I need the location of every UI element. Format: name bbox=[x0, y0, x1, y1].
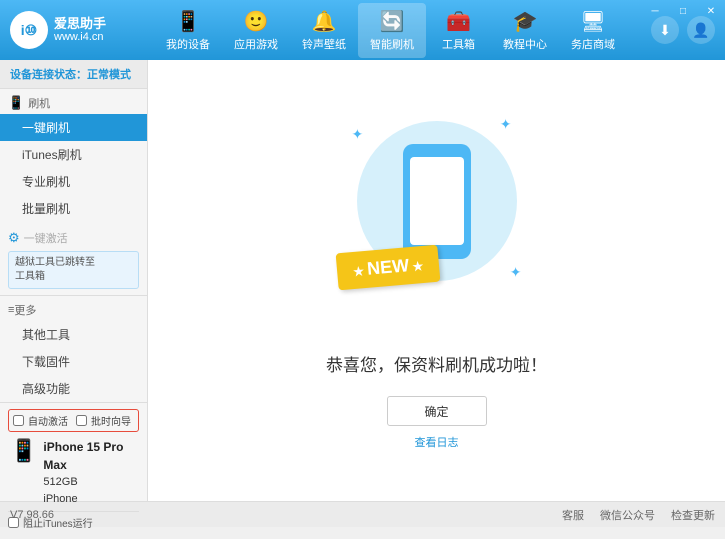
one-click-activate-header: ⚙ 一键激活 bbox=[0, 224, 147, 249]
nav-smart-flash-label: 智能刷机 bbox=[370, 36, 414, 52]
sidebar-item-advanced[interactable]: 高级功能 bbox=[0, 375, 147, 402]
phone-illustration: ✦ ✦ ✦ NEW bbox=[347, 111, 527, 331]
status-value: 正常模式 bbox=[87, 69, 131, 81]
nav-my-device[interactable]: 📱 我的设备 bbox=[154, 3, 222, 58]
nav-ringtones[interactable]: 🔔 铃声壁纸 bbox=[290, 3, 358, 58]
my-device-icon: 📱 bbox=[176, 9, 201, 34]
footer-link-service[interactable]: 客服 bbox=[562, 507, 584, 523]
phone-screen bbox=[410, 157, 464, 245]
nav-smart-flash[interactable]: 🔄 智能刷机 bbox=[358, 3, 426, 58]
status-label: 设备连接状态： bbox=[10, 69, 87, 81]
connection-status: 设备连接状态：正常模式 bbox=[0, 60, 147, 89]
device-info: 📱 iPhone 15 Pro Max 512GB iPhone bbox=[8, 438, 139, 507]
nav-toolbox-label: 工具箱 bbox=[442, 36, 475, 52]
sidebar-item-download-firmware[interactable]: 下载固件 bbox=[0, 348, 147, 375]
header: i⑩ 爱思助手 www.i4.cn 📱 我的设备 🙂 应用游戏 🔔 铃声壁纸 🔄… bbox=[0, 0, 725, 60]
auto-activate-label: 自动激活 bbox=[28, 413, 68, 428]
nav-bar: 📱 我的设备 🙂 应用游戏 🔔 铃声壁纸 🔄 智能刷机 🧰 工具箱 🎓 教程中心… bbox=[130, 3, 651, 58]
phone-notch bbox=[427, 152, 447, 157]
sidebar: 设备连接状态：正常模式 📱 刷机 一键刷机 iTunes刷机 专业刷机 批量刷机… bbox=[0, 60, 148, 501]
device-type: iPhone bbox=[43, 491, 139, 508]
nav-tutorials-label: 教程中心 bbox=[503, 36, 547, 52]
close-button[interactable]: ✕ bbox=[697, 0, 725, 22]
app-body: 设备连接状态：正常模式 📱 刷机 一键刷机 iTunes刷机 专业刷机 批量刷机… bbox=[0, 60, 725, 501]
footer-link-wechat[interactable]: 微信公众号 bbox=[600, 507, 655, 523]
logo-area: i⑩ 爱思助手 www.i4.cn bbox=[10, 11, 130, 49]
device-name: iPhone 15 Pro Max bbox=[43, 438, 139, 474]
sidebar-item-pro-flash[interactable]: 专业刷机 bbox=[0, 168, 147, 195]
one-click-activate-label: 一键激活 bbox=[24, 230, 68, 246]
footer-links: 客服 微信公众号 检查更新 bbox=[562, 507, 715, 523]
nav-service[interactable]: 🖥 务店商域 bbox=[559, 3, 627, 58]
phone-body bbox=[403, 144, 471, 259]
footer-link-update[interactable]: 检查更新 bbox=[671, 507, 715, 523]
app-title: 爱思助手 bbox=[54, 16, 106, 32]
auto-activate-checkbox[interactable] bbox=[13, 415, 24, 426]
sidebar-item-itunes-flash[interactable]: iTunes刷机 bbox=[0, 141, 147, 168]
nav-apps-games[interactable]: 🙂 应用游戏 bbox=[222, 3, 290, 58]
confirm-button[interactable]: 确定 bbox=[387, 396, 487, 426]
flash-section-header: 📱 刷机 bbox=[0, 89, 147, 114]
warning-box: 越狱工具已跳转至工具箱 bbox=[8, 251, 139, 289]
sidebar-item-one-click-flash[interactable]: 一键刷机 bbox=[0, 114, 147, 141]
sidebar-item-other-tools[interactable]: 其他工具 bbox=[0, 321, 147, 348]
warning-text: 越狱工具已跳转至工具箱 bbox=[15, 257, 95, 282]
toolbox-icon: 🧰 bbox=[446, 9, 471, 34]
ringtones-icon: 🔔 bbox=[312, 9, 337, 34]
maximize-button[interactable]: □ bbox=[669, 0, 697, 22]
app-subtitle: www.i4.cn bbox=[54, 31, 106, 44]
service-icon: 🖥 bbox=[580, 9, 605, 34]
device-icon: 📱 bbox=[10, 438, 37, 464]
more-section-header: ≡ 更多 bbox=[0, 295, 147, 321]
scheduled-restart-label: 批时向导 bbox=[91, 413, 131, 428]
apps-games-icon: 🙂 bbox=[244, 9, 269, 34]
smart-flash-icon: 🔄 bbox=[380, 9, 405, 34]
minimize-button[interactable]: ─ bbox=[641, 0, 669, 22]
device-details: iPhone 15 Pro Max 512GB iPhone bbox=[43, 438, 139, 507]
success-message: 恭喜您，保资料刷机成功啦！ bbox=[326, 351, 547, 376]
footer-version: V7.98.66 bbox=[10, 509, 54, 521]
tutorials-icon: 🎓 bbox=[513, 9, 538, 34]
main-content: ✦ ✦ ✦ NEW 恭喜您，保资料刷机成功啦！ 确定 查看日志 bbox=[148, 60, 725, 501]
nav-ringtones-label: 铃声壁纸 bbox=[302, 36, 346, 52]
sparkle-top-right-icon: ✦ bbox=[500, 116, 512, 133]
sidebar-item-batch-flash[interactable]: 批量刷机 bbox=[0, 195, 147, 222]
more-label: 更多 bbox=[14, 302, 36, 318]
activate-icon: ⚙ bbox=[8, 230, 20, 246]
scheduled-restart-checkbox[interactable] bbox=[76, 415, 87, 426]
new-badge: NEW bbox=[335, 245, 440, 291]
nav-my-device-label: 我的设备 bbox=[166, 36, 210, 52]
flash-section-label: 刷机 bbox=[28, 95, 50, 111]
logo-icon: i⑩ bbox=[10, 11, 48, 49]
sparkle-top-left-icon: ✦ bbox=[352, 126, 364, 143]
sparkle-bottom-right-icon: ✦ bbox=[510, 264, 522, 281]
auto-activate-row: 自动激活 批时向导 bbox=[8, 409, 139, 432]
nav-tutorials[interactable]: 🎓 教程中心 bbox=[491, 3, 559, 58]
nav-toolbox[interactable]: 🧰 工具箱 bbox=[426, 3, 491, 58]
device-storage: 512GB bbox=[43, 474, 139, 491]
nav-apps-games-label: 应用游戏 bbox=[234, 36, 278, 52]
nav-service-label: 务店商域 bbox=[571, 36, 615, 52]
flash-section-icon: 📱 bbox=[8, 95, 24, 111]
view-log-link[interactable]: 查看日志 bbox=[415, 434, 459, 450]
